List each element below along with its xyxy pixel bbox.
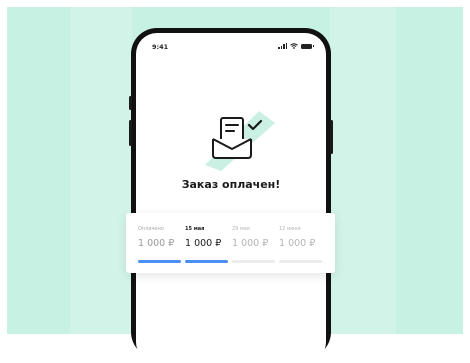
payment-progress-bar [279,260,322,263]
payment-date: 29 мая [232,226,250,232]
signal-icon [278,43,287,49]
background-stripe-right [330,7,396,334]
phone-frame: 9:41 Заказ оплачен! [129,28,333,363]
envelope-check-icon [205,111,275,171]
payment-progress-bar [138,260,181,263]
payment-amount: 1 000 ₽ [138,238,175,249]
payment-amount: 1 000 ₽ [279,238,316,249]
background-stripe-left [70,7,132,334]
order-paid-title: Заказ оплачен! [181,178,281,191]
payment-schedule-card: Оплачено 1 000 ₽ 15 мая 1 000 ₽ 29 мая 1… [126,213,335,273]
payment-date: Оплачено [138,226,164,232]
status-time: 9:41 [152,43,169,51]
phone-screen: 9:41 Заказ оплачен! [136,33,326,363]
phone-mute-switch [129,96,132,110]
payment-amount: 1 000 ₽ [185,238,222,249]
status-icons [278,43,314,49]
payment-date: 12 июня [279,226,301,232]
payment-progress-bar [232,260,275,263]
payment-date: 15 мая [185,226,205,232]
payment-amount: 1 000 ₽ [232,238,269,249]
phone-power-button [330,120,333,154]
battery-icon [301,43,314,49]
phone-volume-button [129,120,132,146]
wifi-icon [290,43,298,49]
payment-progress-bar [185,260,228,263]
